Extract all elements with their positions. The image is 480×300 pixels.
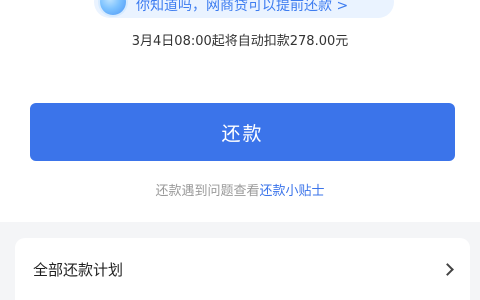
repay-tips-link[interactable]: 还款小贴士 (260, 184, 325, 199)
all-repayment-plans-row[interactable]: 全部还款计划 (15, 238, 470, 300)
help-line: 还款遇到问题查看还款小贴士 (0, 180, 480, 199)
auto-deduct-note: 3月4日08:00起将自动扣款278.00元 (131, 34, 349, 49)
repay-button[interactable]: 还款 (30, 103, 455, 161)
plan-label: 全部还款计划 (33, 260, 124, 279)
early-repay-tip[interactable]: 你知道吗，网商贷可以提前还款 > (94, 0, 394, 18)
help-prefix: 还款遇到问题查看 (155, 184, 260, 199)
tip-text: 你知道吗，网商贷可以提前还款 > (136, 0, 349, 14)
repayment-screen: 你知道吗，网商贷可以提前还款 > 3月4日08:00起将自动扣款278.00元 … (0, 0, 480, 300)
chevron-right-icon (441, 262, 454, 276)
bubble-icon (100, 0, 126, 15)
